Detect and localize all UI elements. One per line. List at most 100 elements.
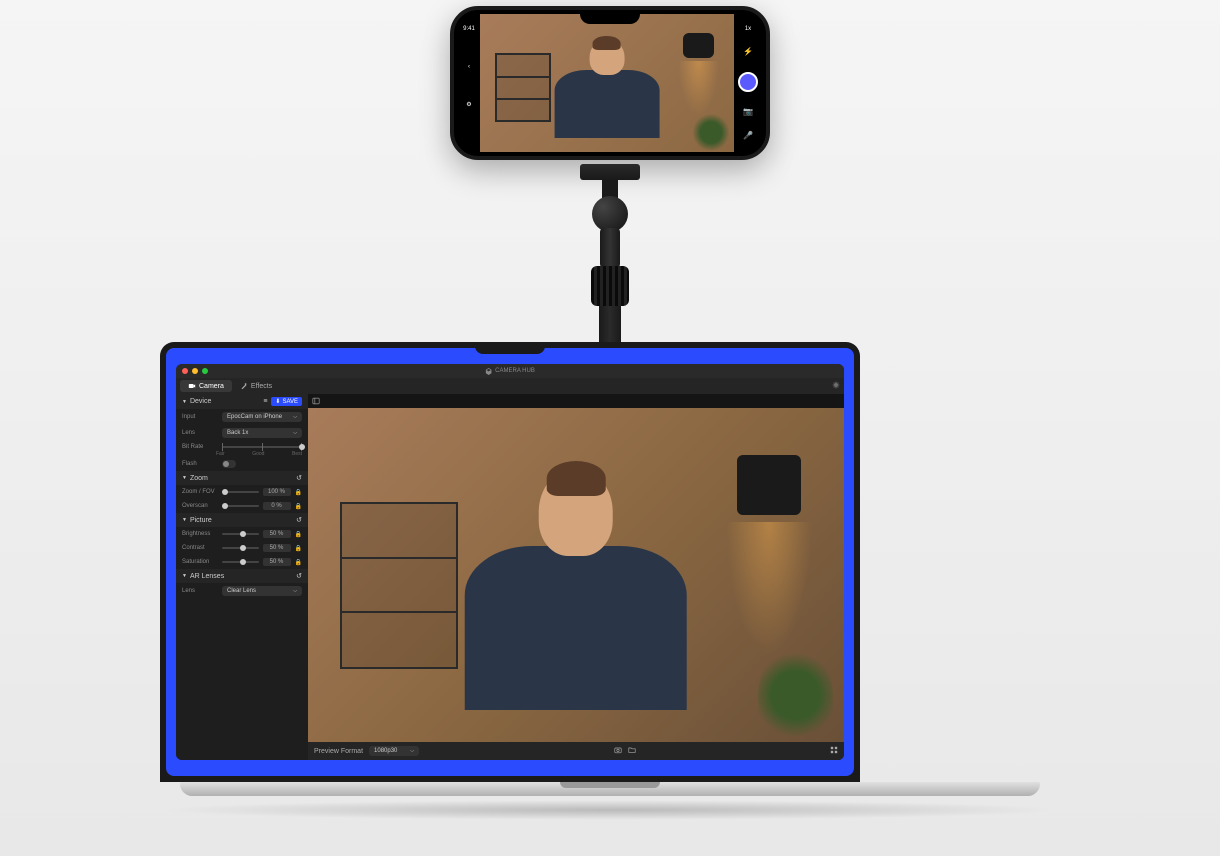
preview-format-dropdown[interactable]: 1080p30 ⌵ [369,746,419,756]
wand-icon [240,382,248,390]
settings-button[interactable] [832,381,840,391]
ar-lens-value: Clear Lens [227,588,256,594]
saturation-value[interactable]: 50 % [263,558,291,566]
camera-hub-window: CAMERA HUB Camera Effects [176,364,844,760]
contrast-slider[interactable] [222,547,259,549]
lens-label: Lens [182,430,218,436]
settings-sidebar: ▼ Device ≡ ⬇ SAVE Input [176,394,308,760]
input-label: Input [182,414,218,420]
overscan-label: Overscan [182,503,218,509]
app-logo-icon [485,368,492,375]
download-icon: ⬇ [275,398,280,405]
reset-icon[interactable]: ↺ [296,516,302,524]
bitrate-slider[interactable] [222,446,302,448]
phone-capture-button[interactable] [738,72,758,92]
grid-view-icon[interactable] [830,746,838,756]
flash-toggle[interactable] [222,460,236,468]
brightness-value[interactable]: 50 % [263,530,291,538]
save-label: SAVE [282,399,298,405]
tab-effects-label: Effects [251,383,272,390]
folder-icon[interactable] [628,746,636,756]
phone-time: 9:41 [463,26,475,32]
input-dropdown[interactable]: EpocCam on iPhone ⌵ [222,412,302,422]
bitrate-good-label: Good [252,451,264,457]
window-title: CAMERA HUB [495,368,535,374]
main-toolbar: Camera Effects [176,378,844,394]
section-device-header[interactable]: ▼ Device ≡ ⬇ SAVE [176,394,308,409]
tripod-mount [575,164,645,364]
lens-value: Back 1x [227,430,248,436]
chevron-down-icon: ⌵ [410,748,414,754]
bitrate-label: Bit Rate [182,444,218,450]
bitrate-fair-label: Fair [216,451,225,457]
section-ar-header[interactable]: ▼ AR Lenses ↺ [176,569,308,583]
reset-icon[interactable]: ↺ [296,474,302,482]
section-picture-header[interactable]: ▼ Picture ↺ [176,513,308,527]
tab-camera-label: Camera [199,383,224,390]
lock-icon[interactable]: 🔒 [295,531,302,538]
chevron-down-icon: ▼ [182,475,187,481]
mic-icon[interactable]: 🎤 [743,131,753,140]
snapshot-icon[interactable] [614,746,622,756]
camera-preview[interactable] [308,408,844,742]
lock-icon[interactable]: 🔒 [295,489,302,496]
gear-icon [832,381,840,389]
phone-on-mount: 9:41 ‹ ⚙ 1x ⚡ 📷 🎤 [450,6,770,160]
maximize-button[interactable] [202,368,208,374]
section-zoom-title: Zoom [190,475,208,482]
tab-camera[interactable]: Camera [180,380,232,392]
flash-label: Flash [182,461,218,467]
save-button[interactable]: ⬇ SAVE [271,397,302,406]
overscan-value[interactable]: 0 % [263,502,291,510]
chevron-down-icon: ▼ [182,399,187,405]
lock-icon[interactable]: 🔒 [295,545,302,552]
zoom-slider[interactable] [222,491,259,493]
list-icon[interactable]: ≡ [263,398,267,405]
bitrate-best-label: Best [292,451,302,457]
chevron-down-icon: ⌵ [293,588,297,594]
camera-icon[interactable]: 📷 [743,107,753,116]
brightness-label: Brightness [182,531,218,537]
phone-status-bar: 9:41 ‹ ⚙ [458,14,480,152]
chevron-left-icon[interactable]: ‹ [468,64,470,70]
lock-icon[interactable]: 🔒 [295,559,302,566]
overscan-slider[interactable] [222,505,259,507]
camera-icon [188,382,196,390]
macbook: CAMERA HUB Camera Effects [160,342,1060,820]
iphone-device: 9:41 ‹ ⚙ 1x ⚡ 📷 🎤 [450,6,770,160]
lock-icon[interactable]: 🔒 [295,503,302,510]
chevron-down-icon: ▼ [182,573,187,579]
flash-icon[interactable]: ⚡ [743,47,753,56]
chevron-down-icon: ⌵ [293,414,297,420]
phone-camera-preview [480,14,734,152]
chevron-down-icon: ⌵ [293,430,297,436]
contrast-label: Contrast [182,545,218,551]
gear-icon[interactable]: ⚙ [466,101,471,108]
laptop-desktop: CAMERA HUB Camera Effects [166,348,854,776]
section-picture-title: Picture [190,517,212,524]
section-zoom-header[interactable]: ▼ Zoom ↺ [176,471,308,485]
contrast-value[interactable]: 50 % [263,544,291,552]
saturation-slider[interactable] [222,561,259,563]
saturation-label: Saturation [182,559,218,565]
section-ar-title: AR Lenses [190,573,224,580]
preview-pane: Preview Format 1080p30 ⌵ [308,394,844,760]
input-value: EpocCam on iPhone [227,414,282,420]
ar-lens-label: Lens [182,588,218,594]
minimize-button[interactable] [192,368,198,374]
sidebar-toggle-icon[interactable] [312,397,320,405]
close-button[interactable] [182,368,188,374]
chevron-down-icon: ▼ [182,517,187,523]
zoom-value[interactable]: 100 % [263,488,291,496]
zoom-fov-label: Zoom / FOV [182,489,218,495]
section-device-title: Device [190,398,211,405]
phone-zoom-indicator[interactable]: 1x [745,26,751,32]
preview-format-label: Preview Format [314,748,363,755]
window-titlebar: CAMERA HUB [176,364,844,378]
ar-lens-dropdown[interactable]: Clear Lens ⌵ [222,586,302,596]
preview-format-value: 1080p30 [374,748,397,754]
brightness-slider[interactable] [222,533,259,535]
reset-icon[interactable]: ↺ [296,572,302,580]
tab-effects[interactable]: Effects [232,380,280,392]
lens-dropdown[interactable]: Back 1x ⌵ [222,428,302,438]
